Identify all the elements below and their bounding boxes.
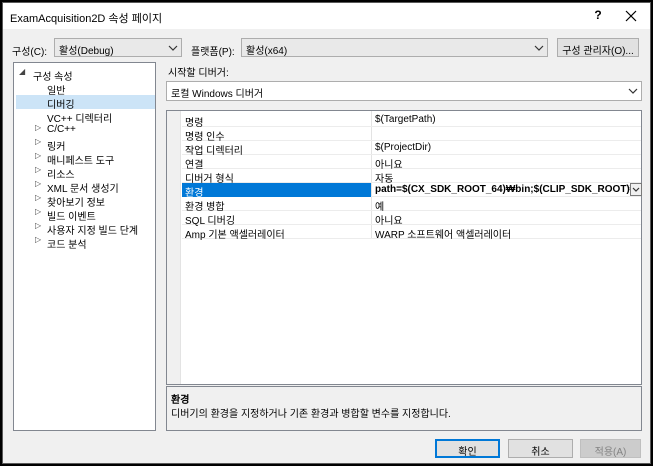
property-row[interactable]: 명령 인수 [182, 127, 641, 143]
expand-arrow-icon[interactable]: ▷ [35, 151, 45, 160]
property-row[interactable]: Amp 기본 액셀러레이터 WARP 소프트웨어 액셀러레이터 [182, 225, 641, 241]
property-name: Amp 기본 액셀러레이터 [185, 230, 285, 241]
title-bar: ExamAcquisition2D 속성 페이지 ? [3, 3, 650, 29]
chevron-down-icon [534, 45, 544, 51]
expand-arrow-icon[interactable]: ▷ [35, 221, 45, 230]
tree-item-debugging[interactable]: 디버깅 [16, 95, 155, 111]
config-manager-button[interactable]: 구성 관리자(O)... [557, 38, 639, 57]
property-value[interactable]: WARP 소프트웨어 액셀러레이터 [375, 226, 633, 241]
tree-item-resources[interactable]: ▷ 리소스 [18, 165, 152, 181]
chevron-down-icon [168, 45, 178, 51]
ok-button[interactable]: 확인 [435, 439, 500, 458]
config-value: 활성(Debug) [59, 46, 114, 57]
value-dropdown-button[interactable] [630, 183, 642, 196]
tree-item-general[interactable]: 일반 [18, 81, 152, 97]
tree-item-manifest-tool[interactable]: ▷ 매니페스트 도구 [18, 151, 152, 167]
expand-arrow-icon[interactable]: ▷ [35, 165, 45, 174]
property-pages-dialog: ExamAcquisition2D 속성 페이지 ? 구성(C): 활성(Deb… [2, 2, 651, 464]
cancel-button[interactable]: 취소 [508, 439, 573, 458]
platform-value: 활성(x64) [246, 46, 288, 57]
grid-gutter [167, 111, 181, 384]
config-combo[interactable]: 활성(Debug) [54, 38, 182, 57]
description-title: 환경 [171, 395, 190, 406]
tree-item-label: C/C++ [47, 124, 76, 135]
platform-combo[interactable]: 활성(x64) [241, 38, 548, 57]
tree-item-label: 코드 분석 [47, 240, 87, 251]
property-row[interactable]: 명령 $(TargetPath) [182, 113, 641, 129]
debugger-combo[interactable]: 로컬 Windows 디버거 [166, 81, 642, 101]
property-row[interactable]: 환경 병합 예 [182, 197, 641, 213]
expand-arrow-icon[interactable]: ▷ [35, 137, 45, 146]
apply-label: 적용(A) [594, 447, 627, 458]
description-text: 디버기의 환경을 지정하거나 기존 환경과 병합할 변수를 지정합니다. [171, 409, 451, 420]
property-row[interactable]: 연결 아니요 [182, 155, 641, 171]
config-label: 구성(C): [12, 47, 48, 58]
tree-item-custom-build-step[interactable]: ▷ 사용자 지정 빌드 단계 [18, 221, 152, 237]
ok-label: 확인 [458, 447, 477, 458]
expand-arrow-icon[interactable]: ▷ [35, 179, 45, 188]
tree-item-c-cpp[interactable]: ▷ C/C++ [18, 123, 152, 137]
property-row-selected[interactable]: 환경 path=$(CX_SDK_ROOT_64)₩bin;$(CLIP_SDK… [182, 183, 642, 199]
expand-arrow-icon[interactable]: ▷ [35, 235, 45, 244]
expand-arrow-icon[interactable]: ▷ [35, 193, 45, 202]
window-title: ExamAcquisition2D 속성 페이지 [10, 13, 163, 25]
expanded-arrow-icon[interactable]: ◢ [19, 67, 29, 76]
property-tree: ◢ 구성 속성 일반 디버깅 VC++ 디렉터리 ▷ C/C++ ▷ 링커 ▷ … [13, 62, 156, 431]
tree-item-vc-directories[interactable]: VC++ 디렉터리 [18, 109, 152, 125]
expand-arrow-icon[interactable]: ▷ [35, 123, 45, 132]
tree-item-build-events[interactable]: ▷ 빌드 이벤트 [18, 207, 152, 223]
debugger-label: 시작할 디버거: [168, 68, 229, 79]
platform-label: 플랫폼(P): [191, 47, 235, 58]
property-row[interactable]: SQL 디버깅 아니요 [182, 211, 641, 227]
chevron-down-icon [632, 187, 640, 192]
tree-item-code-analysis[interactable]: ▷ 코드 분석 [18, 235, 152, 251]
property-row[interactable]: 디버거 형식 자동 [182, 169, 641, 185]
tree-item-xml-doc-generator[interactable]: ▷ XML 문서 생성기 [18, 179, 152, 195]
selection-highlight [182, 183, 371, 197]
help-button[interactable]: ? [591, 8, 605, 24]
property-grid: 명령 $(TargetPath) 명령 인수 작업 디렉터리 $(Project… [166, 110, 642, 385]
tree-item-linker[interactable]: ▷ 링커 [18, 137, 152, 153]
config-manager-label: 구성 관리자(O)... [562, 46, 634, 57]
property-value[interactable]: $(ProjectDir) [375, 142, 633, 153]
close-button[interactable] [621, 6, 641, 26]
debugger-value: 로컬 Windows 디버거 [171, 89, 264, 100]
tree-item-browse-info[interactable]: ▷ 찾아보기 정보 [18, 193, 152, 209]
apply-button[interactable]: 적용(A) [580, 439, 641, 458]
tree-item-config-properties[interactable]: ◢ 구성 속성 [18, 67, 152, 83]
description-panel: 환경 디버기의 환경을 지정하거나 기존 환경과 병합할 변수를 지정합니다. [166, 386, 642, 431]
chevron-down-icon [628, 88, 638, 94]
cancel-label: 취소 [531, 447, 550, 458]
property-row[interactable]: 작업 디렉터리 $(ProjectDir) [182, 141, 641, 157]
property-value[interactable]: path=$(CX_SDK_ROOT_64)₩bin;$(CLIP_SDK_RO… [375, 184, 631, 195]
property-value[interactable]: $(TargetPath) [375, 114, 633, 125]
expand-arrow-icon[interactable]: ▷ [35, 207, 45, 216]
close-icon [625, 10, 637, 22]
